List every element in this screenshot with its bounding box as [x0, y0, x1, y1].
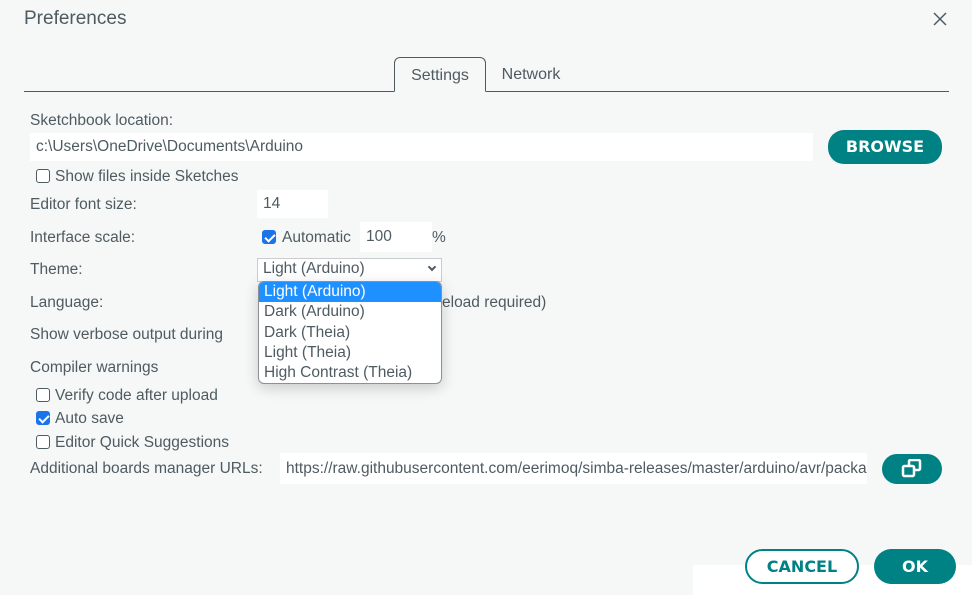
show-files-label: Show files inside Sketches [55, 168, 239, 185]
theme-option-dark-theia[interactable]: Dark (Theia) [259, 323, 441, 343]
boards-urls-edit-button[interactable] [882, 454, 942, 484]
language-label: Language: [30, 294, 104, 311]
tab-network[interactable]: Network [490, 57, 572, 92]
interface-scale-input[interactable] [360, 222, 432, 252]
show-files-checkbox[interactable] [36, 169, 50, 183]
editor-font-size-label: Editor font size: [30, 196, 137, 213]
editor-font-size-input[interactable] [257, 190, 328, 218]
theme-option-light-theia[interactable]: Light (Theia) [259, 343, 441, 363]
browse-button[interactable]: BROWSE [828, 130, 942, 164]
auto-save-checkbox[interactable] [36, 411, 50, 425]
compiler-warnings-label: Compiler warnings [30, 359, 159, 376]
quick-suggestions-label: Editor Quick Suggestions [55, 434, 230, 451]
tab-settings[interactable]: Settings [394, 57, 486, 92]
open-window-icon [901, 458, 922, 478]
boards-urls-label: Additional boards manager URLs: [30, 460, 263, 477]
theme-select[interactable]: Light (Arduino) [257, 258, 442, 282]
theme-option-light-arduino[interactable]: Light (Arduino) [259, 282, 441, 303]
chevron-down-icon [427, 262, 437, 272]
quick-suggestions-checkbox[interactable] [36, 435, 50, 449]
theme-label: Theme: [30, 261, 83, 278]
sketchbook-location-input[interactable] [30, 133, 813, 161]
verify-code-checkbox[interactable] [36, 388, 50, 402]
theme-select-value: Light (Arduino) [263, 260, 365, 277]
tab-divider [24, 91, 949, 92]
dialog-title: Preferences [24, 8, 127, 29]
auto-save-label: Auto save [55, 410, 124, 427]
automatic-checkbox[interactable] [262, 230, 276, 244]
cancel-button[interactable]: CANCEL [745, 549, 859, 584]
interface-scale-label: Interface scale: [30, 229, 136, 246]
theme-dropdown-list: Light (Arduino) Dark (Arduino) Dark (The… [258, 281, 442, 384]
language-reload-note: eload required) [442, 294, 547, 311]
verify-code-label: Verify code after upload [55, 387, 218, 404]
theme-option-high-contrast-theia[interactable]: High Contrast (Theia) [259, 363, 441, 383]
automatic-label: Automatic [282, 229, 351, 246]
close-icon[interactable] [930, 9, 950, 29]
scale-unit: % [432, 229, 446, 246]
theme-option-dark-arduino[interactable]: Dark (Arduino) [259, 302, 441, 322]
ok-button[interactable]: OK [874, 549, 956, 584]
verbose-output-label: Show verbose output during [30, 326, 224, 343]
sketchbook-location-label: Sketchbook location: [30, 112, 174, 129]
boards-urls-input[interactable] [280, 453, 867, 484]
